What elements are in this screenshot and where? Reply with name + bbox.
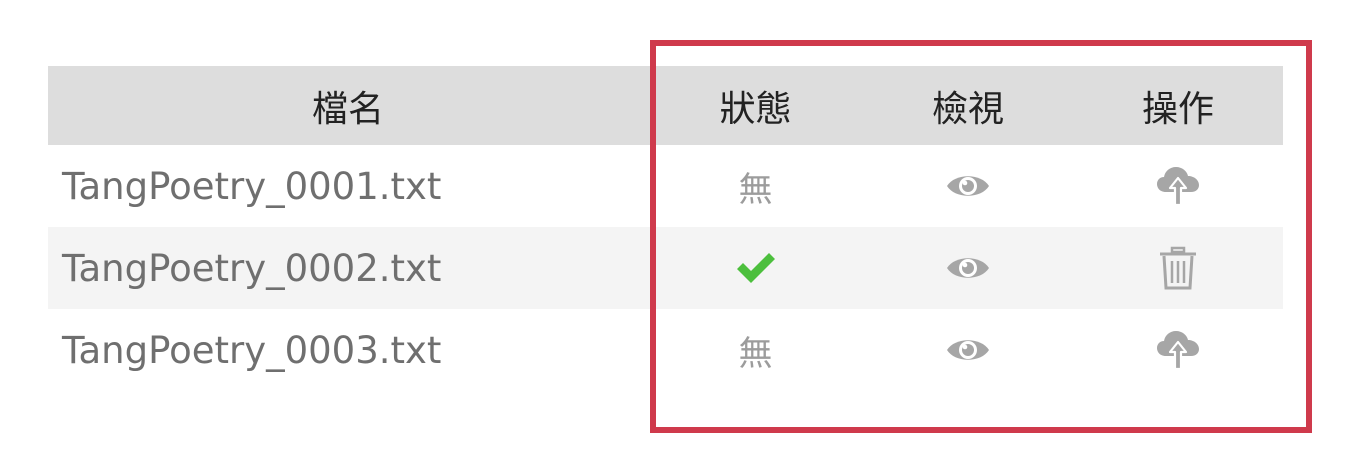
- checkmark-icon: [734, 253, 778, 283]
- eye-icon[interactable]: [945, 176, 991, 196]
- view-cell: [863, 309, 1073, 391]
- file-table: 檔名 狀態 檢視 操作 TangPoetry_0001.txt 無 TangPo…: [48, 66, 1283, 391]
- table-row: TangPoetry_0002.txt: [48, 227, 1283, 309]
- action-cell: [1073, 309, 1283, 391]
- status-cell: 無: [648, 309, 863, 391]
- filename-cell: TangPoetry_0001.txt: [62, 164, 442, 208]
- view-cell: [863, 145, 1073, 227]
- header-view: 檢視: [931, 88, 1004, 130]
- header-status: 狀態: [719, 88, 792, 130]
- action-cell: [1073, 227, 1283, 309]
- filename-cell: TangPoetry_0002.txt: [62, 246, 442, 290]
- eye-icon[interactable]: [945, 258, 991, 278]
- eye-icon[interactable]: [945, 340, 991, 360]
- cloud-upload-icon[interactable]: [1155, 331, 1201, 371]
- cloud-upload-icon[interactable]: [1155, 167, 1201, 207]
- header-filename: 檔名: [311, 88, 384, 130]
- table-header-row: 檔名 狀態 檢視 操作: [48, 66, 1283, 145]
- table-row: TangPoetry_0001.txt 無: [48, 145, 1283, 227]
- status-cell: 無: [648, 145, 863, 227]
- action-cell: [1073, 145, 1283, 227]
- status-none-label: 無: [738, 169, 773, 210]
- trash-icon[interactable]: [1158, 246, 1198, 290]
- header-action: 操作: [1141, 88, 1214, 130]
- status-cell: [648, 227, 863, 309]
- view-cell: [863, 227, 1073, 309]
- table-row: TangPoetry_0003.txt 無: [48, 309, 1283, 391]
- status-none-label: 無: [738, 333, 773, 374]
- filename-cell: TangPoetry_0003.txt: [62, 328, 442, 372]
